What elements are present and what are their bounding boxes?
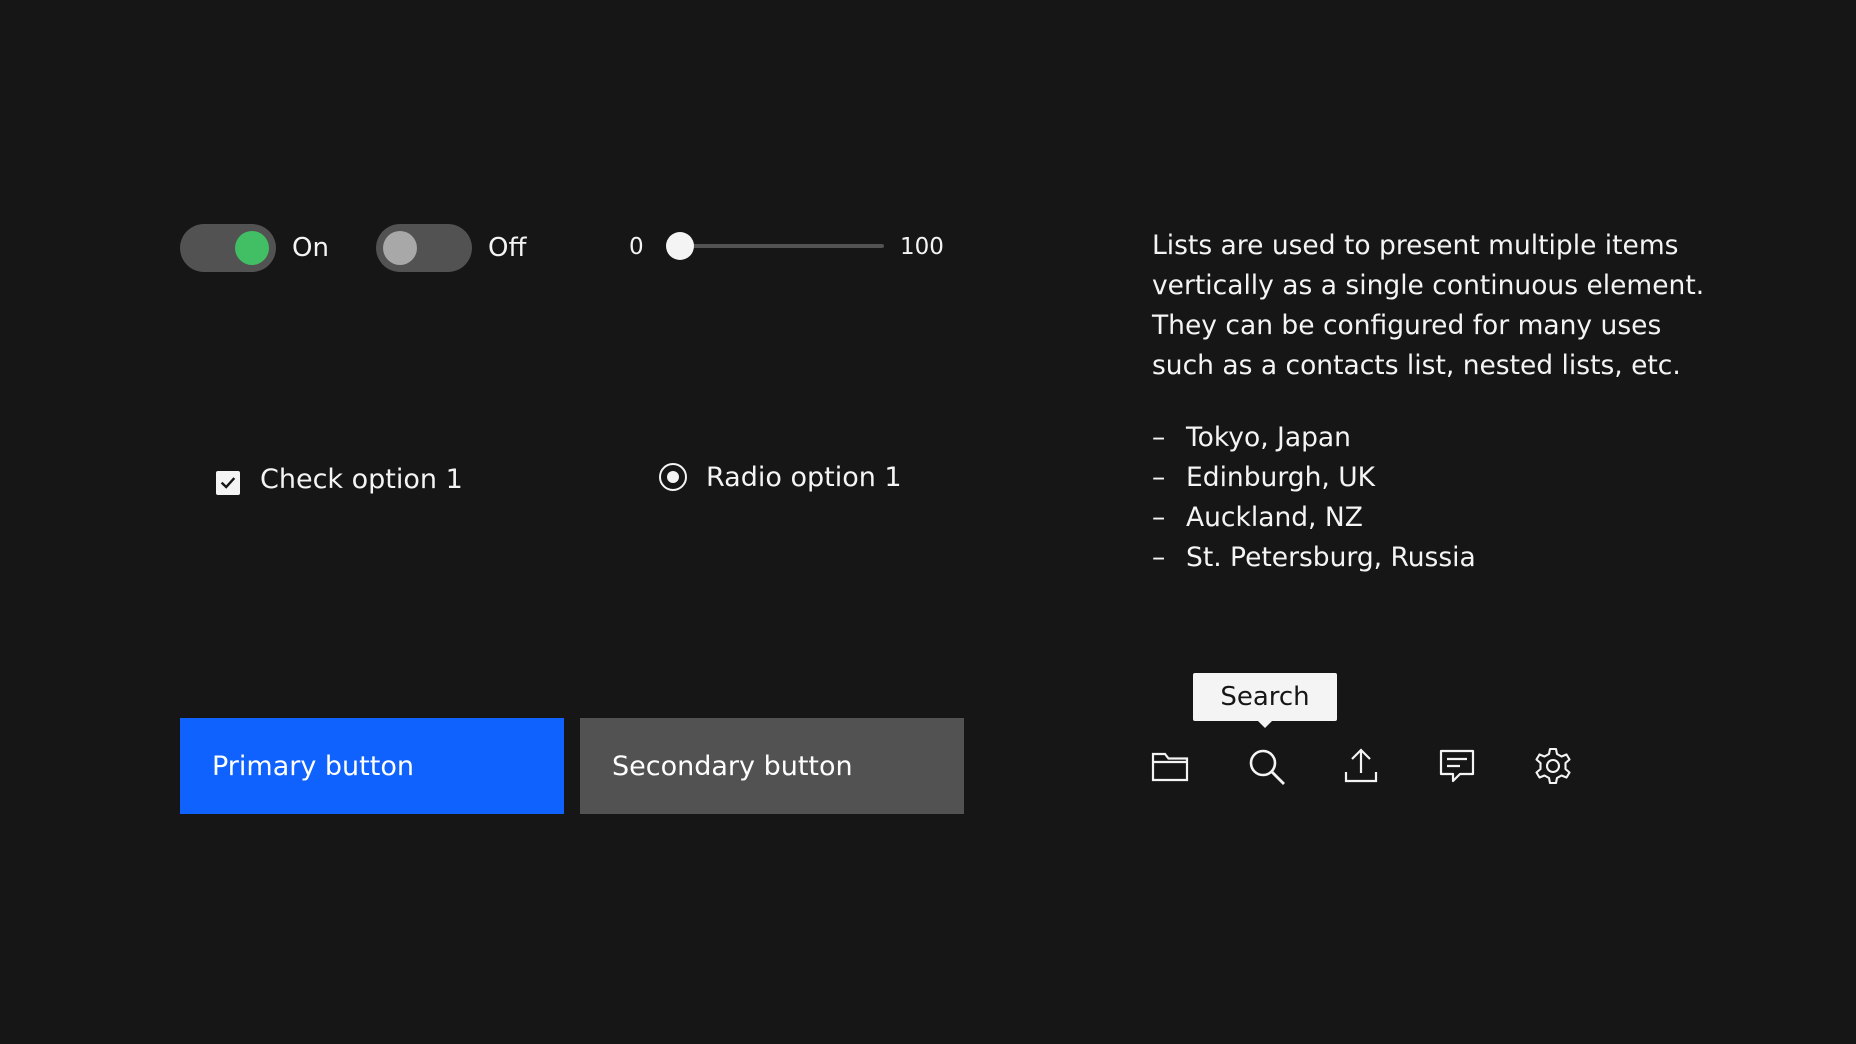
list-marker: – <box>1152 422 1166 453</box>
toggle-off-knob <box>383 231 417 265</box>
search-tooltip: Search <box>1193 673 1337 728</box>
paragraph-line: Lists are used to present multiple items <box>1152 230 1679 261</box>
slider-thumb[interactable] <box>666 232 694 260</box>
checkmark-icon <box>220 477 236 489</box>
list-item: – Auckland, NZ <box>1152 498 1476 538</box>
checkbox[interactable] <box>216 471 240 495</box>
list-item: – St. Petersburg, Russia <box>1152 538 1476 578</box>
list-item: – Tokyo, Japan <box>1152 418 1476 458</box>
toggle-on-knob <box>235 231 269 265</box>
list-item-text: Edinburgh, UK <box>1186 462 1376 493</box>
checkbox-label: Check option 1 <box>260 464 463 495</box>
list-item-text: Tokyo, Japan <box>1186 422 1351 453</box>
slider-track[interactable] <box>674 244 884 248</box>
toggle-off-label: Off <box>488 233 527 263</box>
slider-min-label: 0 <box>629 234 644 260</box>
description-paragraph: Lists are used to present multiple items… <box>1152 226 1712 386</box>
toggle-on-label: On <box>292 233 329 263</box>
search-icon[interactable] <box>1246 746 1286 786</box>
list-marker: – <box>1152 542 1166 573</box>
secondary-button[interactable]: Secondary button <box>580 718 964 814</box>
chat-icon[interactable] <box>1437 746 1477 786</box>
radio-label: Radio option 1 <box>706 462 902 493</box>
primary-button[interactable]: Primary button <box>180 718 564 814</box>
list-item-text: Auckland, NZ <box>1186 502 1363 533</box>
paragraph-line: such as a contacts list, nested lists, e… <box>1152 350 1681 381</box>
ui-showcase: On Off 0 100 Check option 1 Radio option… <box>0 0 1856 1044</box>
paragraph-line: They can be configured for many uses <box>1152 310 1662 341</box>
folder-icon[interactable] <box>1150 746 1190 786</box>
list-item: – Edinburgh, UK <box>1152 458 1476 498</box>
list-marker: – <box>1152 462 1166 493</box>
list-marker: – <box>1152 502 1166 533</box>
toggle-on[interactable] <box>180 224 276 272</box>
radio-dot <box>667 471 679 483</box>
list-item-text: St. Petersburg, Russia <box>1186 542 1476 573</box>
paragraph-line: vertically as a single continuous elemen… <box>1152 270 1705 301</box>
city-list: – Tokyo, Japan – Edinburgh, UK – Auckland, … <box>1152 418 1476 578</box>
radio-button[interactable] <box>659 463 687 491</box>
settings-icon[interactable] <box>1533 746 1573 786</box>
toggle-off[interactable] <box>376 224 472 272</box>
tooltip-text: Search <box>1220 682 1310 712</box>
upload-icon[interactable] <box>1341 746 1381 786</box>
tooltip-caret <box>1257 720 1273 728</box>
slider-max-label: 100 <box>900 234 944 260</box>
